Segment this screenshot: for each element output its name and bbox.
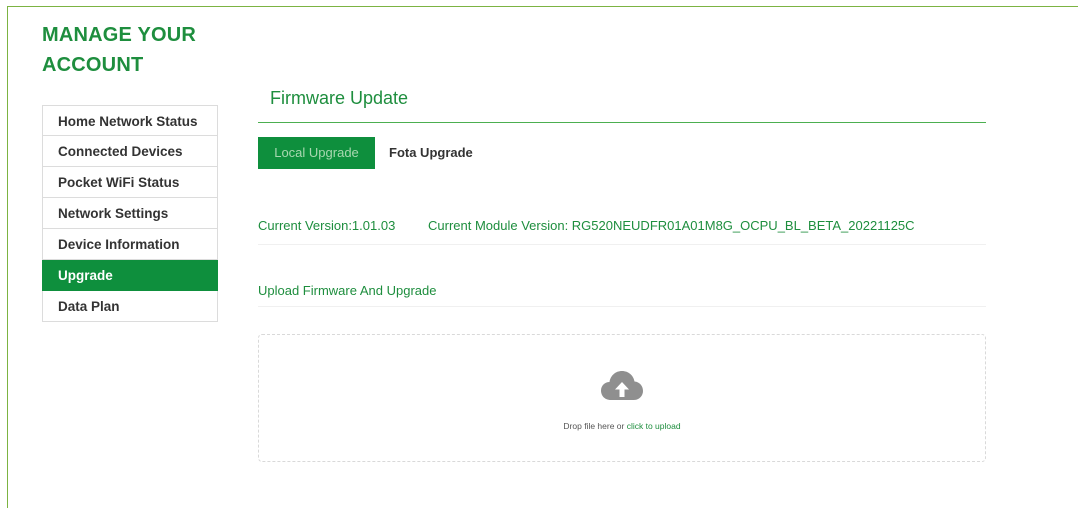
sidebar-nav: Home Network Status Connected Devices Po…	[42, 105, 218, 322]
sidebar-item-home-network-status[interactable]: Home Network Status	[42, 105, 218, 136]
tab-fota-upgrade[interactable]: Fota Upgrade	[389, 137, 473, 169]
sidebar-item-device-information[interactable]: Device Information	[42, 229, 218, 260]
sidebar-item-data-plan[interactable]: Data Plan	[42, 291, 218, 322]
account-title: MANAGE YOUR ACCOUNT	[42, 20, 242, 80]
sidebar-item-network-settings[interactable]: Network Settings	[42, 198, 218, 229]
current-version: Current Version:1.01.03	[258, 218, 396, 233]
account-title-line1: MANAGE YOUR	[42, 24, 197, 46]
current-module-version: Current Module Version: RG520NEUDFR01A01…	[428, 218, 915, 233]
sidebar-item-upgrade[interactable]: Upgrade	[42, 260, 218, 291]
dropzone-label: Drop file here or	[563, 421, 627, 431]
sidebar-item-connected-devices[interactable]: Connected Devices	[42, 136, 218, 167]
click-to-upload-link[interactable]: click to upload	[627, 421, 681, 431]
dropzone-text: Drop file here or click to upload	[259, 421, 985, 431]
version-row: Current Version:1.01.03 Current Module V…	[258, 218, 986, 245]
account-title-line2: ACCOUNT	[42, 54, 144, 76]
title-divider	[258, 122, 986, 123]
cloud-upload-icon	[601, 371, 643, 400]
sidebar-item-pocket-wifi-status[interactable]: Pocket WiFi Status	[42, 167, 218, 198]
upload-dropzone[interactable]: Drop file here or click to upload	[258, 334, 986, 462]
tab-local-upgrade[interactable]: Local Upgrade	[258, 137, 375, 169]
upload-heading: Upload Firmware And Upgrade	[258, 283, 986, 307]
page-title: Firmware Update	[270, 88, 409, 108]
